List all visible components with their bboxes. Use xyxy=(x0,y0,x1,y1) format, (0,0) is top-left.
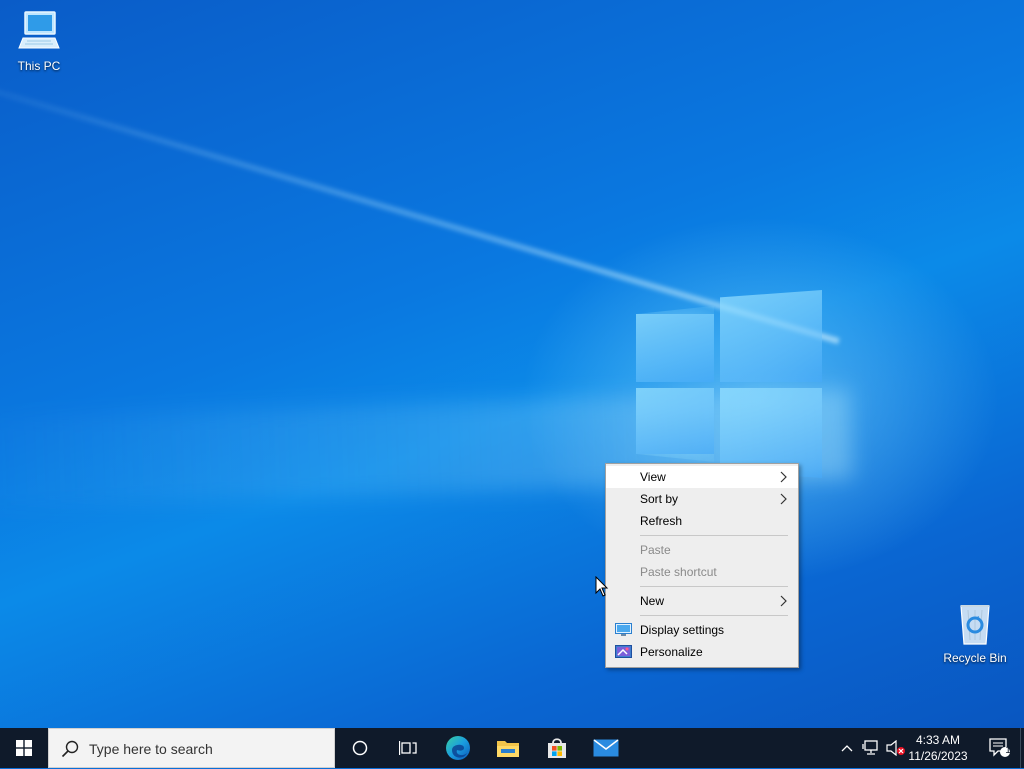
task-view-button[interactable] xyxy=(384,728,432,768)
chevron-right-icon xyxy=(780,471,787,483)
mouse-cursor-icon xyxy=(595,576,609,597)
menu-item-paste-shortcut: Paste shortcut xyxy=(606,561,798,583)
mail-taskbar-button[interactable] xyxy=(582,728,630,768)
cortana-icon xyxy=(352,740,368,756)
menu-separator xyxy=(640,615,788,616)
start-button[interactable] xyxy=(0,728,48,768)
clock-time: 4:33 AM xyxy=(915,733,961,747)
menu-item-label: View xyxy=(640,470,666,484)
store-icon xyxy=(548,738,566,758)
taskbar: Type here to search 4:33 AM 11/26/2023 1 xyxy=(0,728,1024,768)
taskbar-search-box[interactable]: Type here to search xyxy=(48,728,335,768)
menu-item-view[interactable]: View xyxy=(606,466,798,488)
menu-item-display-settings[interactable]: Display settings xyxy=(606,619,798,641)
clock-date: 11/26/2023 xyxy=(908,749,968,763)
volume-muted-icon xyxy=(886,740,905,756)
chevron-right-icon xyxy=(780,493,787,505)
chevron-up-icon xyxy=(841,745,853,752)
edge-taskbar-button[interactable] xyxy=(434,728,482,768)
menu-item-label: Paste shortcut xyxy=(640,565,717,579)
network-icon xyxy=(862,740,878,755)
menu-item-label: Paste xyxy=(640,543,671,557)
menu-item-sort-by[interactable]: Sort by xyxy=(606,488,798,510)
desktop-icon-this-pc[interactable]: This PC xyxy=(1,8,77,73)
menu-separator xyxy=(640,535,788,536)
menu-separator xyxy=(640,586,788,587)
notification-count-badge: 1 xyxy=(1005,745,1011,756)
clock-tray-button[interactable]: 4:33 AM 11/26/2023 xyxy=(906,728,970,768)
recycle-bin-icon xyxy=(960,605,990,645)
personalize-icon xyxy=(615,645,632,658)
menu-item-label: Refresh xyxy=(640,514,683,528)
file-explorer-icon xyxy=(497,741,519,757)
computer-icon xyxy=(18,11,60,49)
menu-item-label: Personalize xyxy=(640,645,703,659)
network-tray-button[interactable] xyxy=(860,728,882,768)
volume-tray-button[interactable] xyxy=(884,728,908,768)
desktop-context-menu: View Sort by Refresh Paste Paste shortcu… xyxy=(605,463,799,668)
edge-icon xyxy=(446,736,470,760)
desktop-icon-label: Recycle Bin xyxy=(943,651,1007,665)
desktop-icon-recycle-bin[interactable]: Recycle Bin xyxy=(937,600,1013,665)
menu-item-paste: Paste xyxy=(606,539,798,561)
microsoft-store-taskbar-button[interactable] xyxy=(533,728,581,768)
cortana-button[interactable] xyxy=(336,728,384,768)
search-placeholder: Type here to search xyxy=(89,741,213,757)
menu-item-refresh[interactable]: Refresh xyxy=(606,510,798,532)
menu-item-label: Display settings xyxy=(640,623,725,637)
mail-icon xyxy=(593,739,619,757)
chevron-right-icon xyxy=(780,595,787,607)
display-icon xyxy=(615,623,632,636)
desktop[interactable]: This PC Recycle Bin View Sort by Refresh… xyxy=(0,0,1024,728)
show-desktop-button[interactable] xyxy=(1020,728,1024,768)
menu-item-label: Sort by xyxy=(640,492,679,506)
windows-logo-wallpaper xyxy=(636,288,824,480)
menu-item-personalize[interactable]: Personalize xyxy=(606,641,798,663)
menu-item-label: New xyxy=(640,594,665,608)
desktop-icon-label: This PC xyxy=(17,59,61,73)
action-center-button[interactable]: 1 xyxy=(980,728,1020,768)
show-hidden-icons-button[interactable] xyxy=(836,728,858,768)
search-icon xyxy=(61,740,79,758)
menu-item-new[interactable]: New xyxy=(606,590,798,612)
windows-start-icon xyxy=(16,740,32,756)
task-view-icon xyxy=(399,741,417,755)
file-explorer-taskbar-button[interactable] xyxy=(484,728,532,768)
